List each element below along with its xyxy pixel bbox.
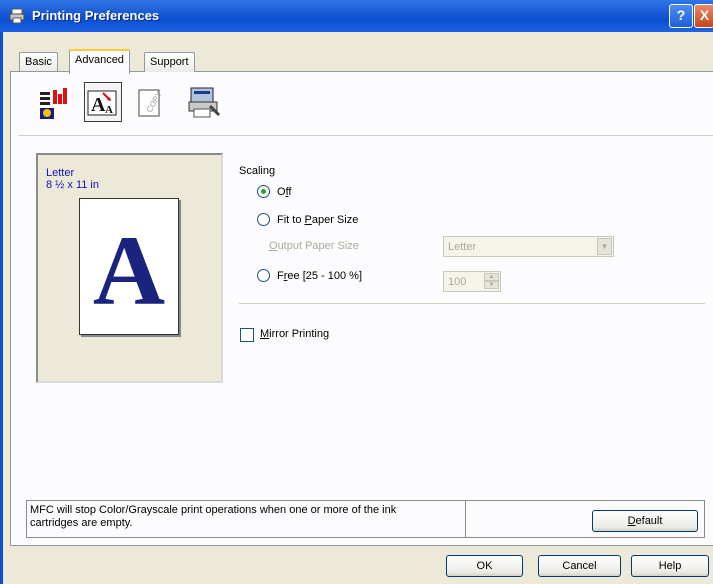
fit-pre: Fit to — [277, 214, 305, 226]
printer-icon — [9, 8, 25, 24]
cancel-button[interactable]: Cancel — [538, 555, 621, 577]
help-title-button[interactable]: ? — [669, 4, 693, 28]
scaling-icon: A A — [87, 90, 117, 116]
preview-letter: A — [92, 215, 166, 326]
mirror-printing-label[interactable]: Mirror Printing — [260, 328, 329, 340]
window-title: Printing Preferences — [32, 8, 160, 23]
output-paper-size-value: Letter — [448, 241, 477, 253]
spin-down-icon[interactable]: ▼ — [484, 281, 499, 289]
scaling-label: Scaling — [239, 165, 276, 177]
svg-text:A: A — [91, 94, 106, 116]
device-options-button[interactable] — [186, 82, 224, 122]
free-scaling-spinner[interactable]: 100 ▲ ▼ — [443, 271, 501, 292]
fit-post: aper Size — [311, 214, 359, 226]
print-quality-button[interactable] — [37, 82, 75, 122]
scaling-off-pre: O — [277, 186, 286, 198]
spin-up-icon[interactable]: ▲ — [484, 273, 499, 281]
fit-to-paper-radio[interactable] — [257, 213, 270, 226]
scaling-off-post: f — [288, 186, 292, 198]
output-rest: utput Paper Size — [277, 240, 359, 252]
free-pre: F — [277, 270, 284, 282]
spinner-buttons[interactable]: ▲ ▼ — [484, 273, 499, 290]
fit-mnemonic: P — [304, 214, 312, 226]
preview-page: A — [79, 198, 179, 335]
output-paper-size-select[interactable]: Letter ▼ — [443, 236, 614, 257]
free-scaling-radio[interactable] — [257, 269, 270, 282]
group-separator — [239, 303, 705, 304]
preview-paper-name: Letter — [46, 167, 75, 179]
scaling-button[interactable]: A A — [84, 82, 122, 122]
close-button[interactable]: X — [694, 4, 713, 28]
free-scaling-label[interactable]: Free [25 - 100 %] — [277, 270, 362, 282]
print-quality-icon — [40, 88, 67, 119]
scaling-off-label[interactable]: Off — [277, 186, 291, 198]
help-button[interactable]: Help — [631, 555, 709, 577]
output-mnemonic: O — [269, 240, 278, 252]
mirror-rest: irror Printing — [269, 328, 330, 340]
output-paper-size-label: Output Paper Size — [269, 240, 359, 252]
chevron-down-icon[interactable]: ▼ — [597, 238, 612, 255]
free-post: ee [25 - 100 %] — [287, 270, 363, 282]
mirror-mnemonic: M — [260, 328, 270, 340]
fit-to-paper-label[interactable]: Fit to Paper Size — [277, 214, 358, 226]
svg-text:A: A — [105, 104, 113, 116]
status-line-1: MFC will stop Color/Grayscale print oper… — [30, 504, 397, 516]
toolbar-separator — [18, 135, 713, 136]
radio-selected-dot — [261, 189, 266, 194]
mirror-printing-checkbox[interactable] — [240, 328, 254, 342]
watermark-button[interactable]: COPY — [131, 82, 169, 122]
device-options-icon — [188, 87, 221, 118]
title-bar[interactable]: Printing Preferences ? X — [0, 0, 713, 32]
tab-advanced[interactable]: Advanced — [69, 49, 130, 74]
default-rest: efault — [635, 515, 663, 527]
ink-status-message: MFC will stop Color/Grayscale print oper… — [26, 500, 466, 538]
status-line-2: cartridges are empty. — [30, 517, 133, 529]
scaling-off-radio[interactable] — [257, 185, 270, 198]
free-scaling-value: 100 — [448, 276, 467, 288]
watermark-icon: COPY — [138, 89, 164, 117]
ok-button[interactable]: OK — [446, 555, 523, 577]
default-mnemonic: D — [627, 515, 636, 527]
tab-support[interactable]: Support — [144, 52, 195, 72]
default-button[interactable]: Default — [592, 510, 698, 532]
tab-basic[interactable]: Basic — [19, 52, 58, 72]
preview-paper-size: 8 ½ x 11 in — [46, 179, 99, 191]
